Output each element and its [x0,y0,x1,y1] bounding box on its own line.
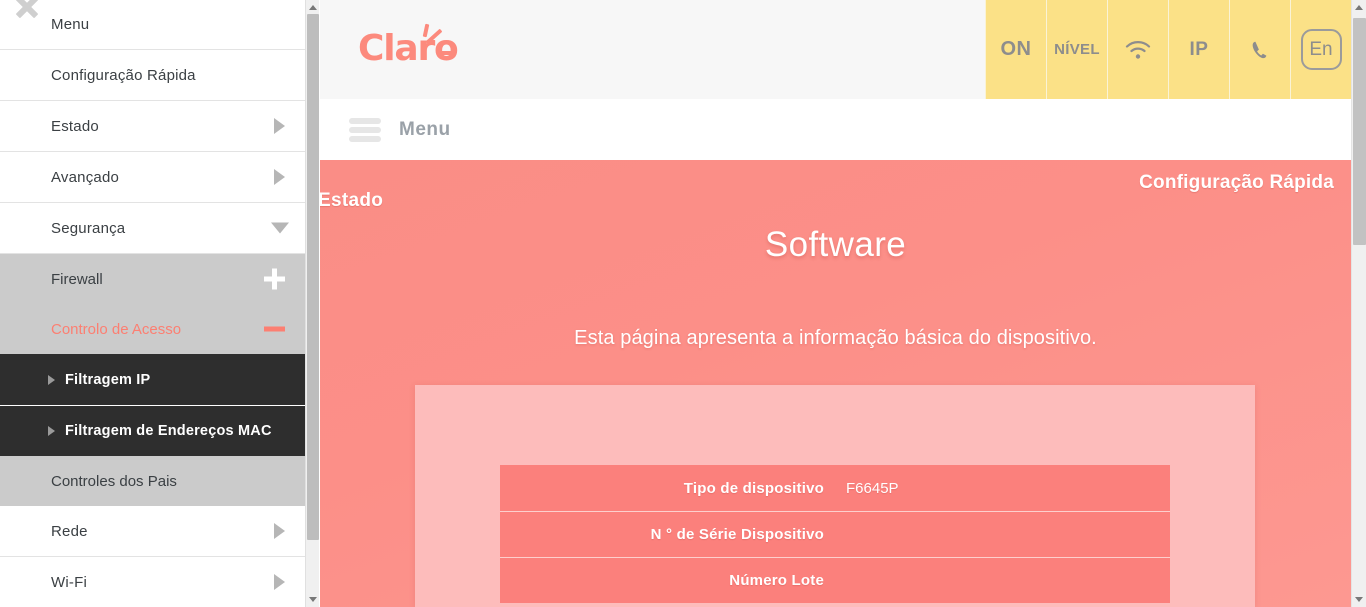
sidebar-item-label: Firewall [51,270,103,288]
hamburger-line [349,135,381,142]
chevron-down-icon [271,222,289,234]
info-panel: Tipo de dispositivo F6645P N ° de Série … [415,385,1255,607]
table-row: N ° de Série Dispositivo [500,511,1170,557]
close-icon[interactable] [12,0,40,20]
wifi-icon [1125,40,1151,59]
status-icon-strip: ON NÍVEL IP En [985,0,1351,99]
minus-icon[interactable] [264,326,285,332]
table-row: Tipo de dispositivo F6645P [500,465,1170,511]
chevron-right-icon [274,574,285,590]
status-ip-label: IP [1189,38,1209,60]
phone-icon [1252,41,1267,58]
sidebar-item-label: Estado [51,117,99,135]
language-label: En [1309,38,1333,60]
sidebar-submenu-seguranca: Firewall Controlo de Acesso Filtragem IP… [0,254,305,506]
sidebar-item-firewall[interactable]: Firewall [0,254,305,304]
scroll-up-arrow-icon[interactable] [309,5,317,10]
menu-bar: Menu [320,99,1351,160]
sidebar-item-estado[interactable]: Estado [0,101,305,152]
language-button[interactable]: En [1300,29,1342,70]
sidebar-item-wifi[interactable]: Wi-Fi [0,557,305,607]
chevron-right-icon [274,523,285,539]
claro-logo: Claro [358,23,468,74]
menu-bar-label[interactable]: Menu [399,119,451,141]
triangle-right-icon [48,374,55,385]
scroll-down-arrow-icon[interactable] [1355,597,1363,602]
sidebar-item-label: Configuração Rápida [51,66,196,84]
top-bar: Claro ON NÍVEL IP En [320,0,1351,99]
sidebar-item-configuracao-rapida[interactable]: Configuração Rápida [0,50,305,101]
sidebar: Menu Configuração Rápida Estado Avançado… [0,0,305,607]
table-row-key: N ° de Série Dispositivo [650,526,824,543]
chevron-right-icon [274,118,285,134]
triangle-right-icon [48,426,55,436]
sidebar-item-controlo-de-acesso[interactable]: Controlo de Acesso [0,304,305,354]
hamburger-menu-icon[interactable] [349,117,381,142]
sidebar-header: Menu [0,0,305,50]
app-window: Menu Configuração Rápida Estado Avançado… [0,0,1366,607]
status-nivel[interactable]: NÍVEL [1046,0,1107,99]
sidebar-item-avancado[interactable]: Avançado [0,152,305,203]
window-scrollbar-thumb[interactable] [1353,18,1366,245]
sidebar-item-label: Controles dos Pais [51,472,177,490]
logo-text: Claro [358,28,459,69]
chevron-right-icon [274,169,285,185]
status-ip[interactable]: IP [1168,0,1229,99]
hamburger-line [349,126,381,133]
page-description: Esta página apresenta a informação básic… [574,327,1097,349]
breadcrumb-left[interactable]: Estado [320,190,383,212]
sidebar-item-label: Segurança [51,219,126,237]
scroll-down-arrow-icon[interactable] [309,597,317,602]
status-on-label: ON [1000,38,1032,60]
page-title: Software [764,225,907,264]
sidebar-item-label: Avançado [51,168,120,186]
sidebar-item-label: Filtragem IP [65,371,151,388]
table-row-value: F6645P [846,479,899,497]
logo-dash-icon [437,51,452,55]
sidebar-item-filtragem-ip[interactable]: Filtragem IP [0,354,305,405]
device-info-table: Tipo de dispositivo F6645P N ° de Série … [500,465,1170,603]
status-phone[interactable] [1229,0,1290,99]
table-row-key: Número Lote [729,572,824,589]
breadcrumb-right[interactable]: Configuração Rápida [1139,172,1334,194]
status-on[interactable]: ON [985,0,1046,99]
sidebar-item-label: Controlo de Acesso [51,320,182,338]
scroll-up-arrow-icon[interactable] [1355,5,1363,10]
table-row-key: Tipo de dispositivo [683,479,824,497]
sidebar-header-label: Menu [51,16,90,33]
sidebar-item-rede[interactable]: Rede [0,506,305,557]
sidebar-scrollbar-thumb[interactable] [307,14,319,540]
sidebar-scrollbar[interactable] [305,0,319,607]
content-area: Estado Configuração Rápida Software Esta… [320,160,1351,607]
status-nivel-label: NÍVEL [1054,41,1100,58]
sidebar-item-seguranca[interactable]: Segurança [0,203,305,254]
sidebar-item-controles-dos-pais[interactable]: Controles dos Pais [0,456,305,506]
table-row: Número Lote [500,557,1170,603]
status-language[interactable]: En [1290,0,1351,99]
plus-icon[interactable] [264,268,285,290]
sidebar-item-label: Rede [51,522,88,540]
main-pane: Claro ON NÍVEL IP En Menu Estado Configu… [320,0,1351,607]
window-scrollbar[interactable] [1351,0,1366,607]
sidebar-item-label: Filtragem de Endereços MAC [65,423,272,439]
sidebar-item-label: Wi-Fi [51,573,87,591]
status-wifi[interactable] [1107,0,1168,99]
sidebar-item-filtragem-mac[interactable]: Filtragem de Endereços MAC [0,405,305,456]
hamburger-line [349,117,381,124]
